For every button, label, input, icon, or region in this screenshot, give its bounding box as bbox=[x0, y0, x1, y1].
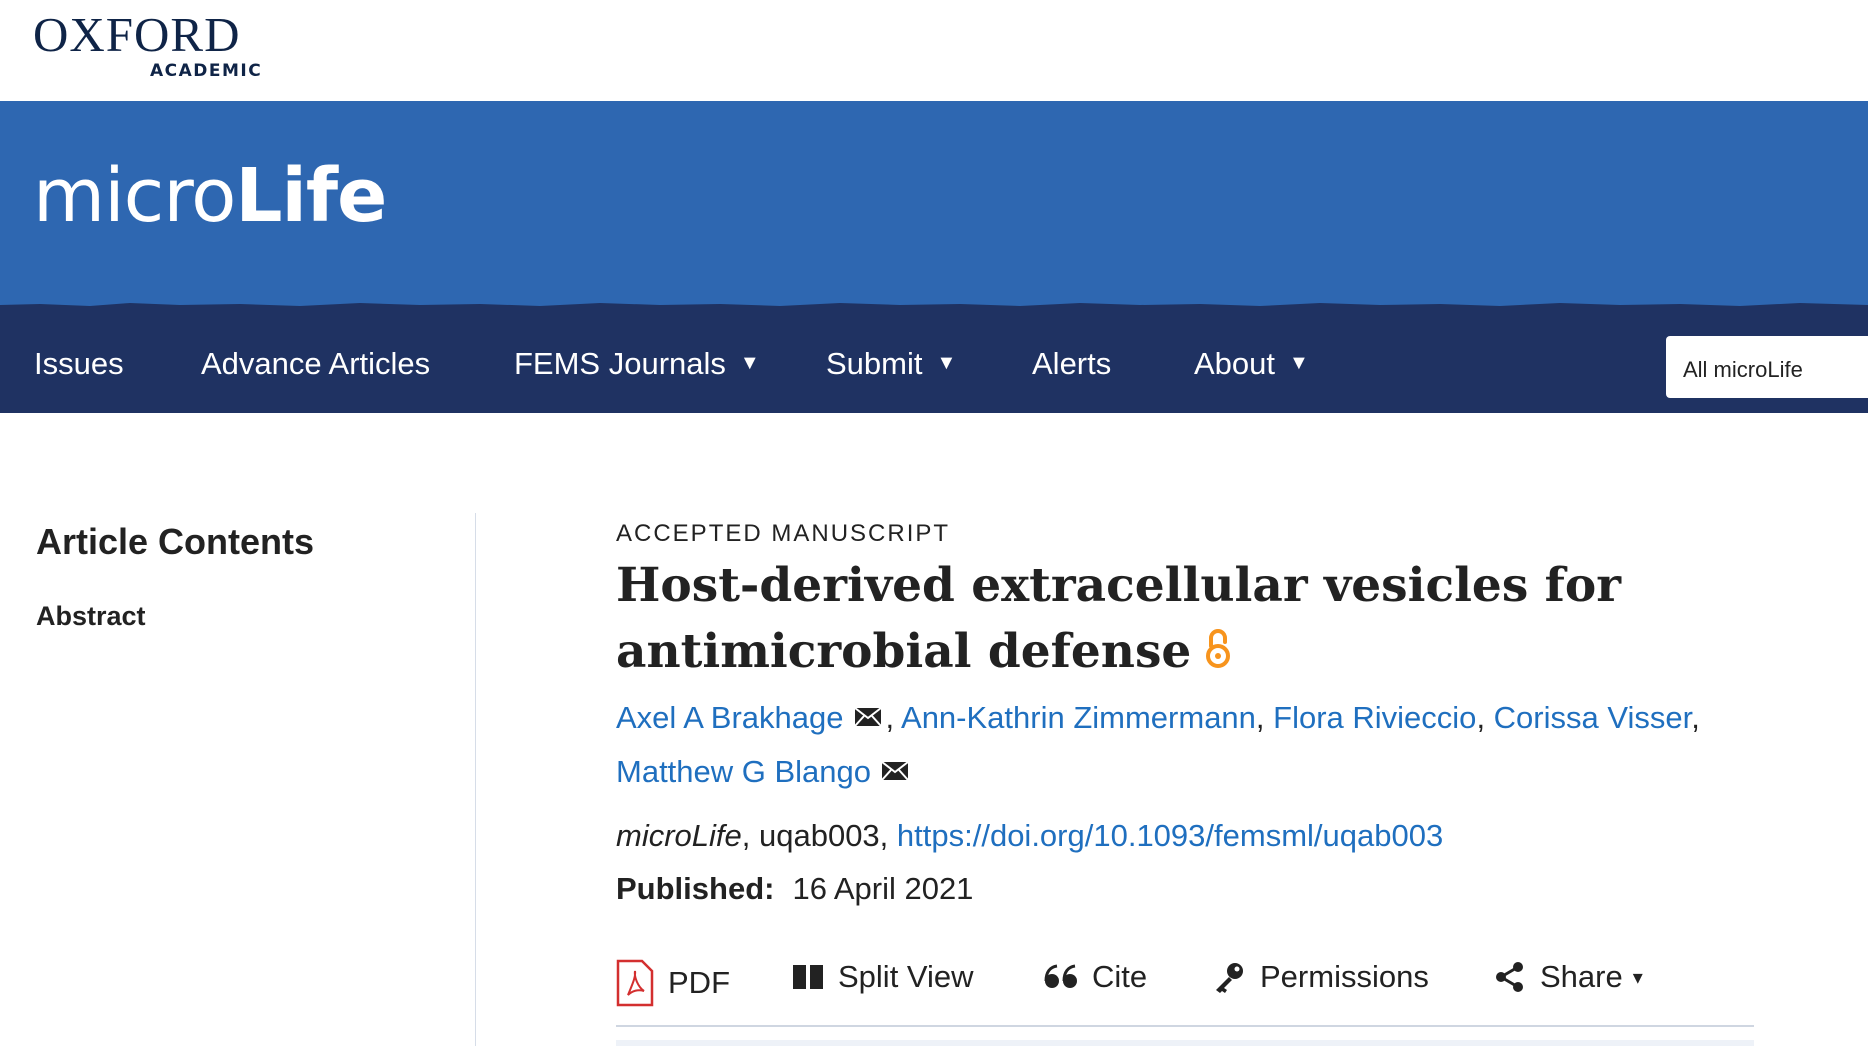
oxford-logo[interactable]: OXFORD bbox=[33, 10, 240, 59]
permissions-button[interactable]: Permissions bbox=[1212, 959, 1429, 995]
author-link[interactable]: Ann-Kathrin Zimmermann bbox=[901, 700, 1256, 735]
article-title: Host-derived extracellular vesicles for … bbox=[616, 553, 1676, 688]
top-bar: OXFORD ACADEMIC bbox=[0, 0, 1868, 101]
published-date: 16 April 2021 bbox=[792, 871, 974, 906]
author-link[interactable]: Flora Rivieccio bbox=[1273, 700, 1476, 735]
email-icon[interactable] bbox=[881, 745, 909, 797]
nav-alerts[interactable]: Alerts bbox=[1032, 346, 1111, 382]
author-link[interactable]: Matthew G Blango bbox=[616, 754, 871, 789]
sidebar-divider bbox=[475, 513, 476, 1046]
doi-link[interactable]: https://doi.org/10.1093/femsml/uqab003 bbox=[897, 818, 1443, 853]
email-icon[interactable] bbox=[853, 691, 882, 743]
sidebar-item-abstract[interactable]: Abstract bbox=[36, 601, 146, 632]
nav-issues-label: Issues bbox=[34, 346, 124, 381]
journal-logo[interactable]: microLife bbox=[33, 159, 387, 233]
nav-about-label: About bbox=[1194, 346, 1276, 381]
author-separator: , bbox=[1255, 700, 1274, 735]
chevron-down-icon: ▾ bbox=[1632, 966, 1643, 989]
author-separator: , bbox=[1691, 700, 1700, 735]
share-button[interactable]: Share ▾ bbox=[1494, 959, 1643, 995]
search-scope-select[interactable]: All microLife bbox=[1666, 336, 1868, 398]
cite-button[interactable]: Cite bbox=[1044, 959, 1147, 995]
nav-fems-journals[interactable]: FEMS Journals ▼ bbox=[514, 346, 760, 382]
permissions-label: Permissions bbox=[1260, 959, 1429, 994]
journal-name-italic: microLife bbox=[616, 818, 742, 853]
author-separator: , bbox=[1476, 700, 1494, 735]
chevron-down-icon: ▼ bbox=[739, 351, 760, 374]
nav-alerts-label: Alerts bbox=[1032, 346, 1112, 381]
author-list: Axel A Brakhage, Ann-Kathrin Zimmermann,… bbox=[616, 692, 1746, 800]
article-contents-heading: Article Contents bbox=[36, 521, 315, 562]
author-separator: , bbox=[885, 700, 902, 735]
chevron-down-icon: ▼ bbox=[1289, 351, 1309, 374]
published-line: Published: 16 April 2021 bbox=[616, 871, 973, 907]
academic-logo-text: ACADEMIC bbox=[150, 61, 263, 81]
cite-label: Cite bbox=[1092, 959, 1148, 994]
nav-about[interactable]: About ▼ bbox=[1194, 346, 1309, 382]
split-view-button[interactable]: Split View bbox=[792, 959, 974, 995]
nav-submit[interactable]: Submit ▼ bbox=[826, 346, 956, 382]
nav-advance-articles[interactable]: Advance Articles bbox=[201, 346, 430, 382]
pdf-label: PDF bbox=[668, 965, 730, 1000]
key-icon bbox=[1216, 963, 1243, 993]
share-icon bbox=[1496, 962, 1523, 992]
main-nav: Issues Advance Articles FEMS Journals ▼ S… bbox=[0, 311, 1868, 413]
article-id: , uqab003, bbox=[741, 818, 897, 853]
share-label: Share bbox=[1540, 959, 1623, 994]
pdf-button[interactable]: PDF bbox=[616, 959, 730, 1007]
split-view-label: Split View bbox=[838, 959, 974, 994]
nav-fems-journals-label: FEMS Journals bbox=[514, 346, 726, 381]
open-access-icon bbox=[1203, 622, 1233, 688]
published-label: Published: bbox=[616, 871, 775, 906]
banner-rough-edge bbox=[0, 303, 1868, 311]
quote-icon bbox=[1044, 964, 1077, 988]
article-type-label: ACCEPTED MANUSCRIPT bbox=[616, 520, 951, 547]
article-title-text: Host-derived extracellular vesicles for … bbox=[616, 558, 1621, 679]
content-strip bbox=[616, 1040, 1754, 1046]
pdf-icon bbox=[616, 959, 654, 1007]
author-link[interactable]: Axel A Brakhage bbox=[616, 700, 844, 735]
citation-line: microLife, uqab003, https://doi.org/10.1… bbox=[616, 818, 1443, 854]
article-toolbar: PDF Split View Cite Permissions Share ▾ bbox=[616, 955, 1754, 1027]
split-view-icon bbox=[793, 965, 823, 989]
search-scope-label: All microLife bbox=[1683, 357, 1803, 382]
journal-name-bold: Life bbox=[235, 153, 387, 239]
author-link[interactable]: Corissa Visser bbox=[1494, 700, 1692, 735]
nav-submit-label: Submit bbox=[826, 346, 923, 381]
chevron-down-icon: ▼ bbox=[936, 351, 957, 374]
nav-issues[interactable]: Issues bbox=[34, 346, 124, 382]
journal-banner: microLife bbox=[0, 101, 1868, 311]
nav-advance-articles-label: Advance Articles bbox=[201, 346, 431, 381]
journal-name-light: micro bbox=[33, 153, 236, 239]
